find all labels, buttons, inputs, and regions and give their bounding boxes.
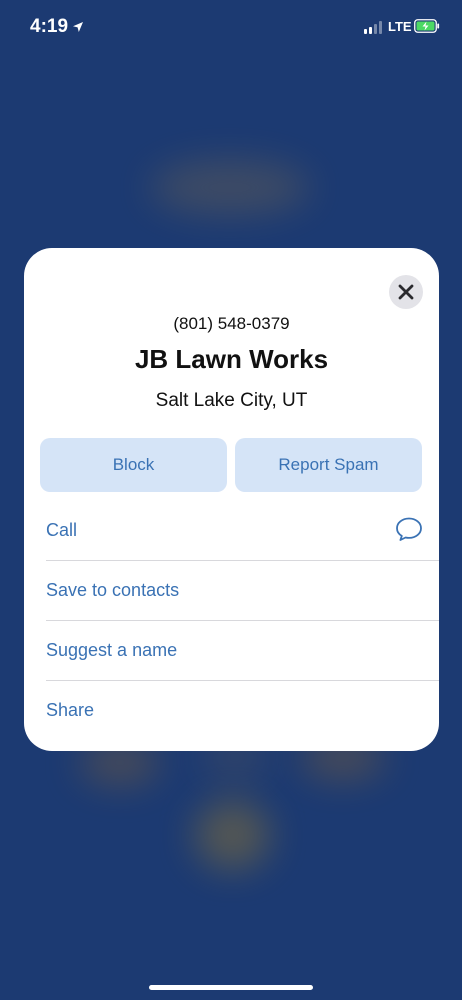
background-blur bbox=[195, 800, 270, 870]
battery-charging-icon bbox=[414, 19, 440, 33]
caller-name: JB Lawn Works bbox=[134, 344, 329, 374]
phone-number: (801) 548-0379 bbox=[173, 314, 290, 333]
network-type: LTE bbox=[388, 19, 412, 34]
close-icon bbox=[398, 284, 414, 300]
caller-id-card: (801) 548-0379 JB Lawn Works Salt Lake C… bbox=[24, 248, 439, 751]
status-time: 4:19 bbox=[30, 16, 69, 37]
menu-item-label: Share bbox=[46, 699, 95, 720]
menu-item-call[interactable]: Call bbox=[24, 500, 439, 560]
menu-item-label: Call bbox=[46, 519, 78, 540]
menu-item-label: Save to contacts bbox=[46, 579, 180, 600]
status-bar: 4:19 LTE bbox=[0, 0, 462, 52]
location-arrow-icon bbox=[73, 22, 83, 32]
menu-item-label: Suggest a name bbox=[46, 639, 178, 660]
message-bubble-icon[interactable] bbox=[395, 516, 423, 542]
caller-location: Salt Lake City, UT bbox=[155, 390, 308, 411]
menu-item-save-to-contacts[interactable]: Save to contacts bbox=[24, 560, 439, 620]
menu-item-suggest-a-name[interactable]: Suggest a name bbox=[24, 620, 439, 680]
report-spam-button[interactable]: Report Spam bbox=[235, 438, 422, 492]
menu-item-share[interactable]: Share bbox=[24, 680, 439, 740]
close-button[interactable] bbox=[389, 275, 423, 309]
background-blur bbox=[150, 160, 310, 215]
home-indicator[interactable] bbox=[149, 985, 313, 990]
cellular-signal-icon bbox=[364, 21, 382, 34]
action-menu: Call Save to contacts Suggest a name Sha… bbox=[24, 500, 439, 740]
block-button[interactable]: Block bbox=[40, 438, 227, 492]
